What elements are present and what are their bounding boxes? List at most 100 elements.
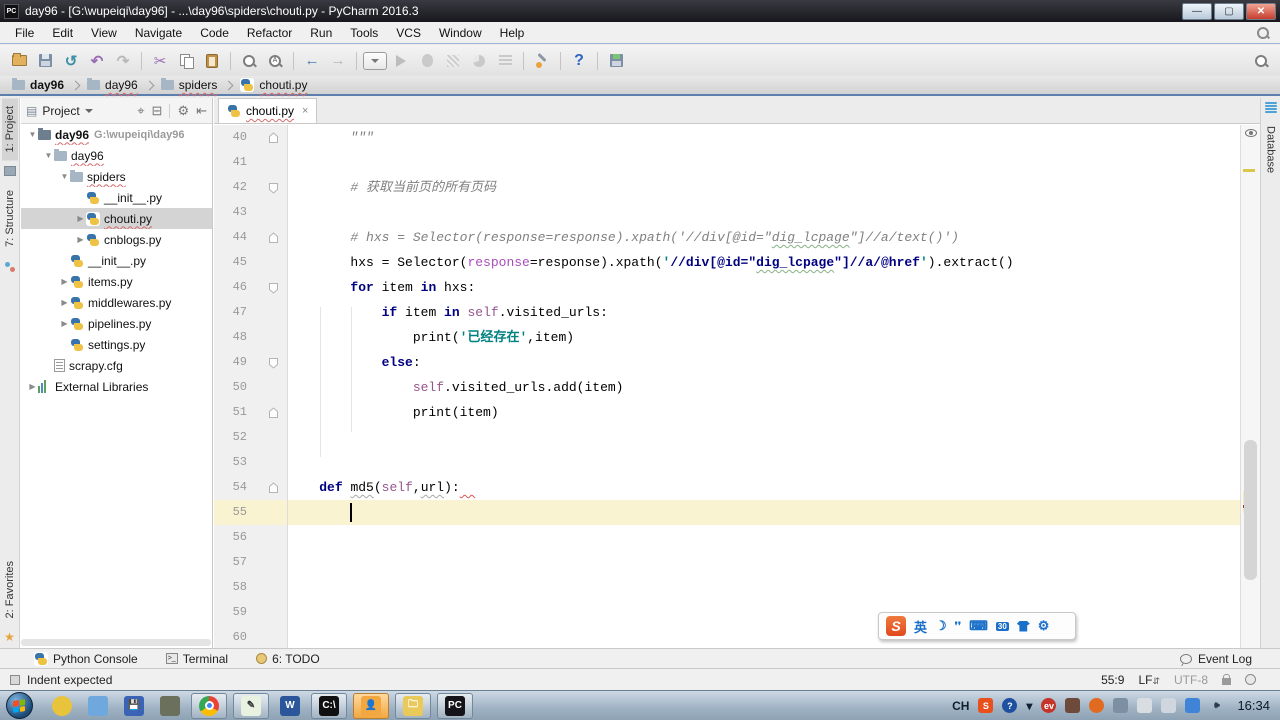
code-line-58[interactable]: 58 (214, 575, 1240, 600)
hide-panel-icon[interactable]: ⇤ (196, 103, 207, 119)
expand-tray-icon[interactable]: ▾ (1026, 699, 1032, 713)
code-line-51[interactable]: 51 print(item) (214, 400, 1240, 425)
back-icon[interactable]: ← (300, 49, 324, 73)
code-text[interactable] (288, 500, 1240, 525)
code-line-53[interactable]: 53 (214, 450, 1240, 475)
tree-item-spiders[interactable]: ▼ spiders (21, 166, 212, 187)
code-line-42[interactable]: 42 # 获取当前页的所有页码 (214, 175, 1240, 200)
menu-search-icon[interactable] (1256, 26, 1270, 40)
tree-item-day96[interactable]: ▼ day96 G:\wupeiqi\day96 (21, 124, 212, 145)
minimize-button[interactable]: — (1182, 2, 1212, 20)
language-indicator[interactable]: CH (952, 699, 969, 713)
code-text[interactable]: hxs = Selector(response=response).xpath(… (288, 250, 1240, 275)
open-file-icon[interactable] (7, 49, 31, 73)
run-config-dropdown[interactable] (363, 49, 387, 73)
code-text[interactable]: self.visited_urls.add(item) (288, 375, 1240, 400)
undo-icon[interactable]: ↶ (85, 49, 109, 73)
find-icon[interactable] (237, 49, 261, 73)
code-line-41[interactable]: 41 (214, 150, 1240, 175)
code-text[interactable]: """ (288, 125, 1240, 150)
menu-tools[interactable]: Tools (341, 24, 387, 42)
code-text[interactable]: for item in hxs: (288, 275, 1240, 300)
paint-app-icon[interactable] (47, 693, 77, 719)
tree-collapsed-arrow-icon[interactable]: ▶ (75, 214, 86, 223)
toolwindow-6-todo[interactable]: 6: TODO (256, 652, 320, 666)
help-tray-icon[interactable]: ? (1002, 698, 1018, 713)
inspections-eye-icon[interactable] (1245, 129, 1257, 137)
tree-item-items-py[interactable]: ▶ items.py (21, 271, 212, 292)
code-text[interactable]: print(item) (288, 400, 1240, 425)
tool-strip-2-favorites[interactable]: 2: Favorites (2, 553, 18, 626)
help-icon[interactable]: ? (567, 49, 591, 73)
replace-icon[interactable] (263, 49, 287, 73)
code-line-52[interactable]: 52 (214, 425, 1240, 450)
tree-item-scrapy-cfg[interactable]: scrapy.cfg (21, 355, 212, 376)
code-text[interactable] (288, 425, 1240, 450)
editor-error-stripe[interactable] (1240, 125, 1260, 648)
tree-expanded-arrow-icon[interactable]: ▼ (59, 172, 70, 181)
tab-close-icon[interactable]: × (302, 105, 308, 117)
editor-tab-chouti-py[interactable]: chouti.py × (218, 98, 318, 123)
start-button[interactable] (2, 691, 36, 720)
tree-item-__init__-py[interactable]: __init__.py (21, 250, 212, 271)
code-line-50[interactable]: 50 self.visited_urls.add(item) (214, 375, 1240, 400)
code-line-56[interactable]: 56 (214, 525, 1240, 550)
code-line-57[interactable]: 57 (214, 550, 1240, 575)
tool-strip-1-project[interactable]: 1: Project (1, 98, 18, 161)
menu-view[interactable]: View (82, 24, 126, 42)
tree-item-pipelines-py[interactable]: ▶ pipelines.py (21, 313, 212, 334)
coverage-icon[interactable] (441, 49, 465, 73)
sogou-logo-icon[interactable]: S (886, 616, 906, 636)
tree-collapsed-arrow-icon[interactable]: ▶ (27, 382, 38, 391)
code-line-55[interactable]: 55 (214, 500, 1240, 525)
menu-code[interactable]: Code (191, 24, 238, 42)
code-line-43[interactable]: 43 (214, 200, 1240, 225)
redo-icon[interactable]: ↷ (111, 49, 135, 73)
code-line-48[interactable]: 48 print('已经存在',item) (214, 325, 1240, 350)
project-structure-icon[interactable] (604, 49, 628, 73)
line-ending-selector[interactable]: LF⇵ (1138, 673, 1160, 687)
menu-refactor[interactable]: Refactor (238, 24, 301, 42)
caret-position[interactable]: 55:9 (1101, 673, 1124, 687)
run-icon[interactable] (389, 49, 413, 73)
tool-strip-7-structure[interactable]: 7: Structure (2, 182, 18, 255)
record-tray-icon[interactable] (1089, 698, 1105, 713)
explorer-app-icon[interactable]: 🗀 (395, 692, 431, 719)
synchronize-icon[interactable]: ↺ (59, 49, 83, 73)
forward-icon[interactable]: → (326, 49, 350, 73)
tree-collapsed-arrow-icon[interactable]: ▶ (59, 319, 70, 328)
menu-run[interactable]: Run (301, 24, 341, 42)
code-text[interactable] (288, 550, 1240, 575)
tree-collapsed-arrow-icon[interactable]: ▶ (59, 277, 70, 286)
tree-collapsed-arrow-icon[interactable]: ▶ (75, 235, 86, 244)
image-viewer-icon[interactable]: 👤 (353, 692, 389, 719)
chrome-icon[interactable] (191, 692, 227, 719)
menu-navigate[interactable]: Navigate (126, 24, 191, 42)
tree-item-middlewares-py[interactable]: ▶ middlewares.py (21, 292, 212, 313)
tree-expanded-arrow-icon[interactable]: ▼ (43, 151, 54, 160)
ev-player-icon[interactable]: ev (1041, 698, 1057, 713)
tree-item-settings-py[interactable]: settings.py (21, 334, 212, 355)
profile-icon[interactable] (467, 49, 491, 73)
tree-item-cnblogs-py[interactable]: ▶ cnblogs.py (21, 229, 212, 250)
code-line-45[interactable]: 45 hxs = Selector(response=response).xpa… (214, 250, 1240, 275)
save-all-icon[interactable] (33, 49, 57, 73)
code-text[interactable]: else: (288, 350, 1240, 375)
collapse-all-icon[interactable]: ⊟ (152, 103, 163, 119)
code-line-44[interactable]: 44 # hxs = Selector(response=response).x… (214, 225, 1240, 250)
menu-file[interactable]: File (6, 24, 43, 42)
moon-icon[interactable]: ☽ (935, 618, 947, 634)
pin-tray-icon[interactable] (1065, 698, 1081, 713)
pin-tool-icon[interactable] (155, 693, 185, 719)
network-tray-icon[interactable] (1161, 698, 1177, 713)
word-app-icon[interactable]: W (275, 693, 305, 719)
layers-tray-icon[interactable] (1137, 698, 1153, 713)
punctuation-icon[interactable]: ❜❜ (955, 621, 961, 632)
menu-help[interactable]: Help (491, 24, 534, 42)
fold-marker-icon[interactable] (259, 400, 288, 425)
code-text[interactable]: def md5(self,url): (288, 475, 1240, 500)
keyboard-icon[interactable]: ⌨ (969, 618, 988, 634)
breadcrumb-day96[interactable]: day96 (8, 78, 68, 92)
concurrency-icon[interactable] (493, 49, 517, 73)
tree-collapsed-arrow-icon[interactable]: ▶ (59, 298, 70, 307)
